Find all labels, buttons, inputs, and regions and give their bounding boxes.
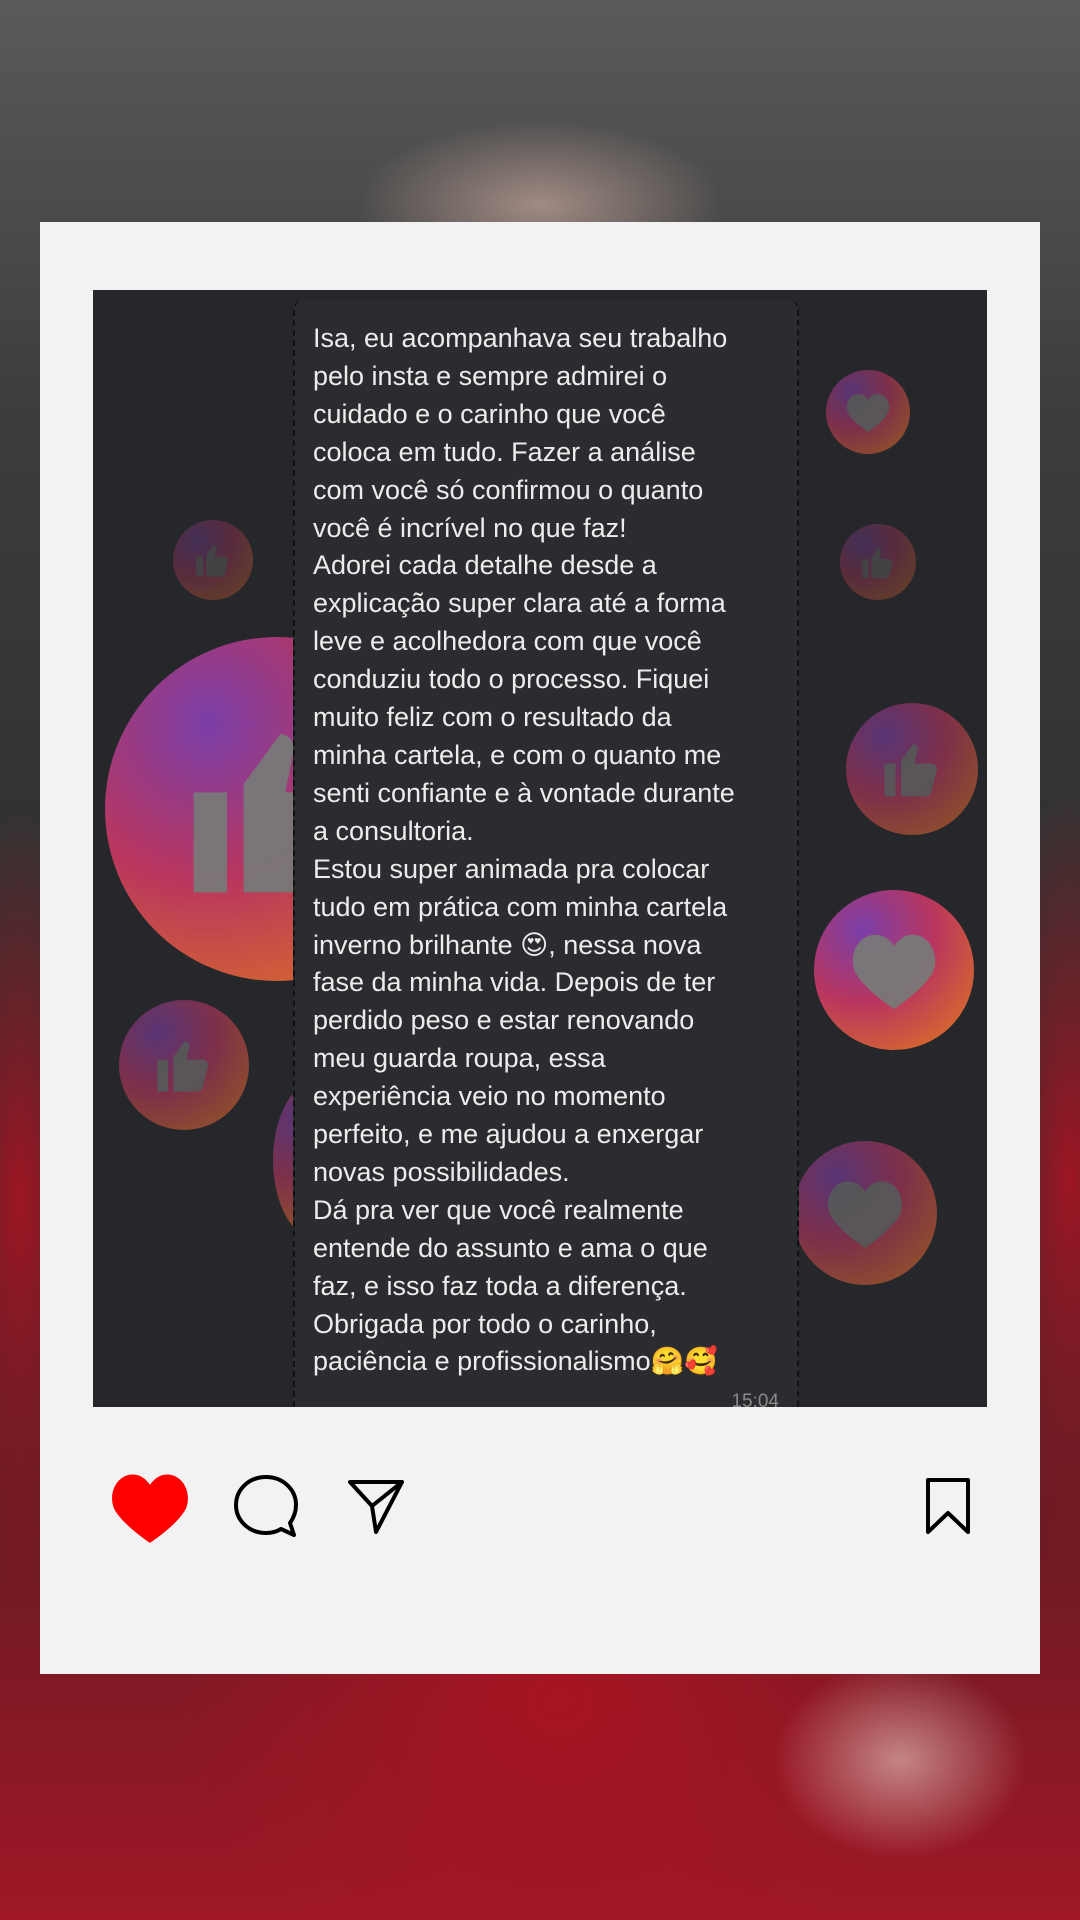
message-line: Adorei cada detalhe desde a [313,550,657,581]
message-line: você é incrível no que faz! [313,512,627,543]
message-line: com você só confirmou o quanto [313,474,704,505]
share-button[interactable] [345,1469,407,1543]
comment-icon [234,1475,298,1537]
message-line: a consultoria. [313,815,474,846]
message-line: novas possibilidades. [313,1156,570,1187]
heart-reaction-icon [826,370,910,454]
chat-message-bubble: Isa, eu acompanhava seu trabalho pelo ins… [293,300,799,1407]
message-line: meu guarda roupa, essa [313,1043,606,1074]
heart-reaction-icon [814,890,974,1050]
thumbs-up-reaction-icon [846,703,978,835]
message-line: Dá pra ver que você realmente [313,1194,684,1225]
message-line: conduziu todo o processo. Fiquei [313,664,710,695]
bookmark-icon [926,1478,970,1534]
heart-reaction-icon [793,1141,937,1285]
message-line: inverno brilhante 😍, nessa nova [313,929,702,960]
message-line: cuidado e o carinho que você [313,398,666,429]
thumbs-up-reaction-icon [119,1000,249,1130]
message-line: leve e acolhedora com que você [313,626,702,657]
message-line: perdido peso e estar renovando [313,1005,695,1036]
thumbs-up-reaction-icon [173,520,253,600]
comment-button[interactable] [230,1469,302,1545]
message-line: coloca em tudo. Fazer a análise [313,436,696,467]
message-line: minha cartela, e com o quanto me [313,739,722,770]
message-line: perfeito, e me ajudou a enxergar [313,1119,704,1150]
like-button[interactable] [108,1467,192,1547]
message-line: Obrigada por todo o carinho, [313,1308,657,1339]
message-line: fase da minha vida. Depois de ter [313,967,716,998]
send-icon [348,1480,404,1534]
post-image: Isa, eu acompanhava seu trabalho pelo ins… [93,290,987,1407]
message-line: entende do assunto e ama o que [313,1232,708,1263]
message-line: muito feliz com o resultado da [313,702,672,733]
message-line: Estou super animada pra colocar [313,853,710,884]
thumbs-up-reaction-icon [840,524,916,600]
message-time: 15:04 [731,1391,779,1407]
message-line: senti confiante e à vontade durante [313,777,735,808]
message-line: tudo em prática com minha cartela [313,891,728,922]
message-line: faz, e isso faz toda a diferença. [313,1270,687,1301]
post-action-bar [40,1467,1040,1557]
message-text: Isa, eu acompanhava seu trabalho pelo ins… [313,320,783,1381]
heart-icon [112,1474,188,1543]
message-line: experiência veio no momento [313,1081,666,1112]
save-button[interactable] [920,1469,976,1543]
message-line: explicação super clara até a forma [313,588,726,619]
post-card: Isa, eu acompanhava seu trabalho pelo ins… [40,222,1040,1674]
message-line: pelo insta e sempre admirei o [313,360,668,391]
message-line: Isa, eu acompanhava seu trabalho [313,323,728,353]
message-line: paciência e profissionalismo🤗🥰 [313,1346,718,1377]
